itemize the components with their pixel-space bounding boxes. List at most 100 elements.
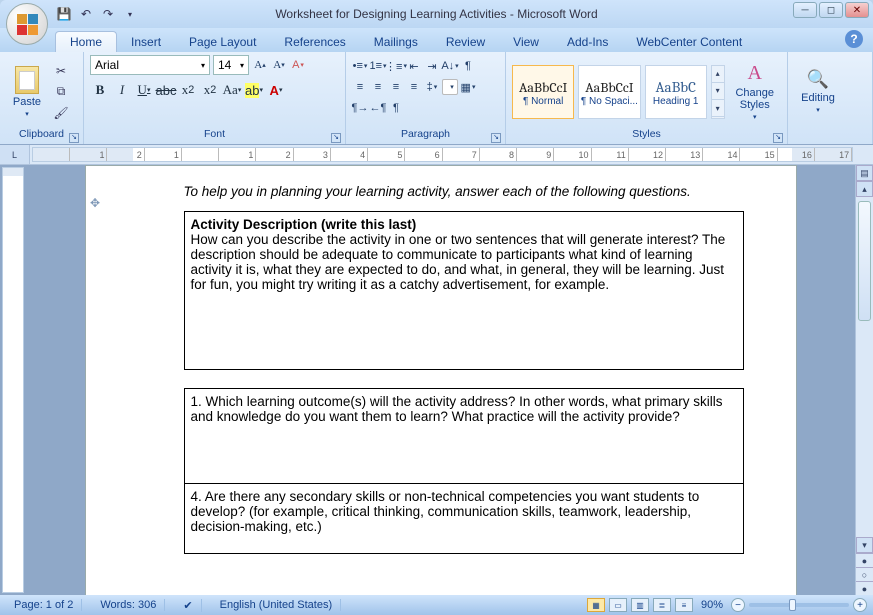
scroll-thumb[interactable]	[858, 201, 871, 321]
next-page-icon[interactable]: ●	[856, 581, 873, 595]
draft-view-icon[interactable]: ≡	[675, 598, 693, 612]
table-cell[interactable]: 4. Are there any secondary skills or non…	[184, 484, 743, 554]
numbering-icon[interactable]: 1≡	[370, 58, 386, 74]
tab-references[interactable]: References	[270, 32, 359, 52]
show-marks-icon[interactable]: ¶	[460, 58, 476, 74]
table-cell[interactable]: 1. Which learning outcome(s) will the ac…	[184, 389, 743, 484]
change-case-button[interactable]: Aa▾	[222, 80, 242, 100]
styles-dialog-launcher[interactable]: ↘	[773, 133, 783, 143]
decrease-indent-icon[interactable]: ⇤	[406, 58, 422, 74]
print-layout-view-icon[interactable]: ▦	[587, 598, 605, 612]
tab-home[interactable]: Home	[55, 31, 117, 52]
align-left-icon[interactable]: ≡	[352, 79, 368, 95]
styles-scroll[interactable]: ▴▾▾	[711, 65, 725, 119]
format-painter-icon[interactable]: 🖌	[52, 104, 70, 122]
paragraph-dialog-launcher[interactable]: ↘	[491, 133, 501, 143]
clear-formatting-icon[interactable]: A	[290, 57, 306, 73]
help-icon[interactable]: ?	[845, 30, 863, 48]
zoom-slider[interactable]	[749, 603, 849, 607]
copy-icon[interactable]: ⧉	[52, 83, 70, 101]
table-anchor-icon[interactable]: ✥	[90, 196, 100, 210]
tab-mailings[interactable]: Mailings	[360, 32, 432, 52]
proofing-icon[interactable]: ✔	[175, 599, 201, 612]
justify-icon[interactable]: ≡	[406, 79, 422, 95]
language-indicator[interactable]: English (United States)	[212, 599, 342, 611]
status-bar: Page: 1 of 2 Words: 306 ✔ English (Unite…	[0, 595, 873, 615]
tab-add-ins[interactable]: Add-Ins	[553, 32, 622, 52]
scroll-up-icon[interactable]: ▴	[856, 181, 873, 197]
line-spacing-icon[interactable]: ‡	[424, 79, 440, 95]
word-count[interactable]: Words: 306	[92, 599, 165, 611]
web-layout-view-icon[interactable]: ▥	[631, 598, 649, 612]
increase-indent-icon[interactable]: ⇥	[424, 58, 440, 74]
maximize-button[interactable]: ◻	[819, 2, 843, 18]
page-indicator[interactable]: Page: 1 of 2	[6, 599, 82, 611]
office-button[interactable]	[6, 3, 48, 45]
font-group-label: Font	[204, 128, 225, 140]
font-dialog-launcher[interactable]: ↘	[331, 133, 341, 143]
vertical-ruler[interactable]	[2, 167, 24, 593]
superscript-button[interactable]: x2	[200, 80, 220, 100]
zoom-level[interactable]: 90%	[701, 599, 723, 611]
zoom-out-icon[interactable]: −	[731, 598, 745, 612]
undo-icon[interactable]: ↶	[77, 5, 95, 23]
page: To help you in planning your learning ac…	[85, 165, 797, 595]
align-right-icon[interactable]: ≡	[388, 79, 404, 95]
style-normal[interactable]: AaBbCcI¶ Normal	[512, 65, 574, 119]
editing-button[interactable]: 🔍 Editing▾	[794, 59, 842, 125]
font-name-combo[interactable]: Arial▾	[90, 55, 210, 75]
font-color-button[interactable]: A▾	[266, 80, 286, 100]
tab-view[interactable]: View	[499, 32, 553, 52]
sort-icon[interactable]: A↓	[442, 58, 458, 74]
vertical-scrollbar[interactable]: ▤ ▴ ▾ ● ○ ●	[855, 165, 873, 595]
styles-group-label: Styles	[632, 128, 661, 140]
style-no-spacing[interactable]: AaBbCcI¶ No Spaci...	[578, 65, 640, 119]
zoom-in-icon[interactable]: +	[853, 598, 867, 612]
intro-text: To help you in planning your learning ac…	[184, 184, 770, 199]
bullets-icon[interactable]: •≡	[352, 58, 368, 74]
tab-review[interactable]: Review	[432, 32, 499, 52]
italic-button[interactable]: I	[112, 80, 132, 100]
editing-group-label	[794, 128, 866, 144]
shading-icon[interactable]	[442, 79, 458, 95]
tab-webcenter[interactable]: WebCenter Content	[622, 32, 756, 52]
ltr-icon[interactable]: ¶→	[352, 100, 368, 116]
close-button[interactable]: ✕	[845, 2, 869, 18]
font-size-combo[interactable]: 14▾	[213, 55, 249, 75]
prev-page-icon[interactable]: ●	[856, 553, 873, 567]
minimize-button[interactable]: ─	[793, 2, 817, 18]
align-center-icon[interactable]: ≡	[370, 79, 386, 95]
quick-access-toolbar: 💾 ↶ ↷ ▾	[55, 0, 139, 28]
tab-page-layout[interactable]: Page Layout	[175, 32, 270, 52]
save-icon[interactable]: 💾	[55, 5, 73, 23]
tab-selector[interactable]: L	[0, 145, 30, 164]
multilevel-list-icon[interactable]: ⋮≡	[388, 58, 404, 74]
document-area[interactable]: To help you in planning your learning ac…	[26, 165, 855, 595]
paste-button[interactable]: Paste ▾	[6, 59, 48, 125]
borders-icon[interactable]: ▦	[460, 79, 476, 95]
shrink-font-icon[interactable]: A▾	[271, 57, 287, 73]
clipboard-dialog-launcher[interactable]: ↘	[69, 133, 79, 143]
underline-button[interactable]: U▾	[134, 80, 154, 100]
cut-icon[interactable]: ✂	[52, 62, 70, 80]
style-heading-1[interactable]: AaBbCHeading 1	[645, 65, 707, 119]
tab-insert[interactable]: Insert	[117, 32, 175, 52]
horizontal-ruler[interactable]: 1211234567891011121314151617	[32, 147, 853, 162]
change-styles-button[interactable]: A Change Styles▾	[729, 59, 782, 125]
grow-font-icon[interactable]: A▴	[252, 57, 268, 73]
outline-view-icon[interactable]: ≣	[653, 598, 671, 612]
pilcrow-icon[interactable]: ¶	[388, 100, 404, 116]
redo-icon[interactable]: ↷	[99, 5, 117, 23]
bold-button[interactable]: B	[90, 80, 110, 100]
rtl-icon[interactable]: ←¶	[370, 100, 386, 116]
highlight-button[interactable]: ab▾	[244, 80, 264, 100]
subscript-button[interactable]: x2	[178, 80, 198, 100]
ribbon-tabs: Home Insert Page Layout References Maili…	[0, 28, 873, 52]
scroll-down-icon[interactable]: ▾	[856, 537, 873, 553]
ruler-toggle-icon[interactable]: ▤	[856, 165, 873, 181]
full-screen-view-icon[interactable]: ▭	[609, 598, 627, 612]
strikethrough-button[interactable]: abc	[156, 80, 176, 100]
browse-object-icon[interactable]: ○	[856, 567, 873, 581]
table-cell[interactable]: Activity Description (write this last) H…	[184, 212, 743, 370]
qat-customize-icon[interactable]: ▾	[121, 5, 139, 23]
